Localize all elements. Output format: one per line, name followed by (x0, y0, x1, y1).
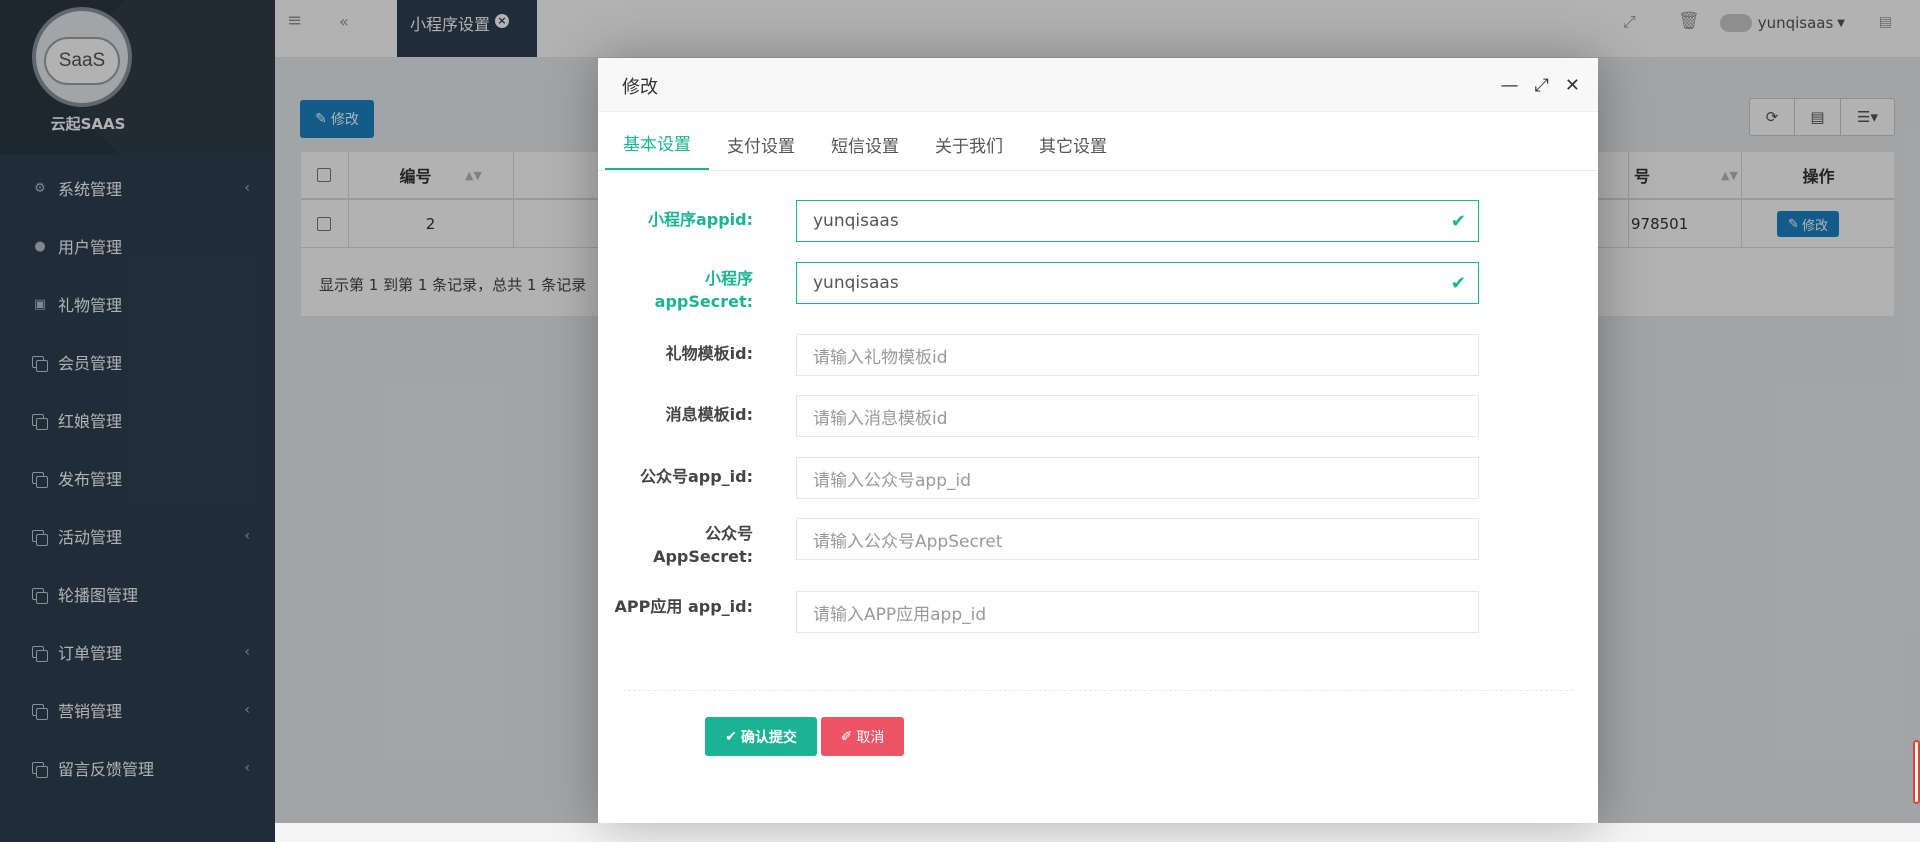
text-input[interactable]: yunqisaas ✔ (796, 200, 1479, 242)
edit-modal: 修改 — ⤢ ✕ 基本设置 支付设置 短信设置 关于我们 其它设置 小程序appid: y… (598, 58, 1598, 823)
maximize-icon[interactable]: ⤢ (1535, 75, 1549, 96)
text-input[interactable]: 请输入公众号AppSecret (796, 518, 1479, 560)
eraser-icon: ✐ (840, 728, 853, 745)
cancel-label: 取消 (856, 729, 885, 746)
field-label: 公众号app_id: (639, 467, 753, 486)
text-input[interactable]: 请输入APP应用app_id (796, 591, 1479, 633)
tab-settings[interactable]: 关于我们 (917, 132, 1021, 170)
field-label: APP应用 app_id: (614, 597, 753, 616)
text-input[interactable]: 请输入公众号app_id (796, 457, 1479, 499)
input-value: yunqisaas (813, 211, 899, 231)
field-label: 小程序 appSecret: (654, 269, 753, 311)
check-icon: ✔ (725, 728, 737, 745)
tab-settings[interactable]: 支付设置 (709, 132, 813, 170)
minimize-icon[interactable]: — (1501, 75, 1519, 96)
modal-header: 修改 — ⤢ ✕ (598, 58, 1598, 112)
field-label: 消息模板id: (665, 405, 753, 424)
modal-controls: — ⤢ ✕ (1485, 75, 1581, 96)
check-icon: ✔ (1450, 273, 1466, 294)
close-icon[interactable]: ✕ (1565, 75, 1580, 96)
submit-button[interactable]: ✔ 确认提交 (705, 717, 817, 756)
text-input[interactable]: yunqisaas ✔ (796, 262, 1479, 304)
input-placeholder: 请输入公众号app_id (813, 470, 972, 491)
input-value: yunqisaas (813, 273, 899, 293)
input-placeholder: 请输入消息模板id (813, 408, 948, 429)
tab-settings[interactable]: 短信设置 (813, 132, 917, 170)
scrollbar-thumb[interactable] (1913, 740, 1920, 804)
cancel-button[interactable]: ✐ 取消 (821, 717, 904, 756)
input-placeholder: 请输入APP应用app_id (813, 604, 987, 625)
tab-settings[interactable]: 基本设置 (605, 130, 709, 170)
field-label: 公众号 AppSecret: (653, 524, 753, 566)
tab-settings[interactable]: 其它设置 (1021, 132, 1125, 170)
bottom-strip (275, 823, 1920, 842)
text-input[interactable]: 请输入消息模板id (796, 395, 1479, 437)
field-label: 礼物模板id: (665, 344, 753, 363)
text-input[interactable]: 请输入礼物模板id (796, 334, 1479, 376)
input-placeholder: 请输入公众号AppSecret (813, 531, 1003, 552)
modal-title: 修改 (622, 77, 658, 98)
input-placeholder: 请输入礼物模板id (813, 347, 948, 368)
form-divider (623, 690, 1573, 691)
field-label: 小程序appid: (647, 210, 753, 229)
check-icon: ✔ (1450, 211, 1466, 232)
submit-label: 确认提交 (740, 729, 797, 746)
settings-tabs: 基本设置 支付设置 短信设置 关于我们 其它设置 (598, 112, 1598, 171)
